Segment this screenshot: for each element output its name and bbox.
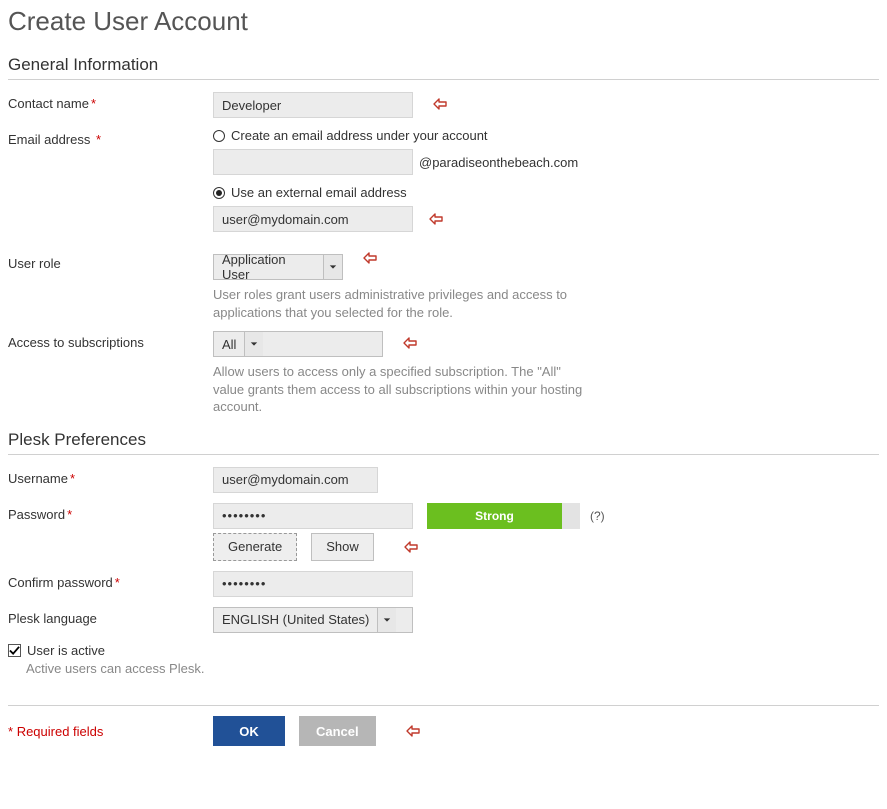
generate-password-button[interactable]: Generate (213, 533, 297, 561)
annotation-arrow-icon (404, 541, 418, 553)
ok-button[interactable]: OK (213, 716, 285, 746)
user-active-label: User is active (27, 643, 105, 658)
confirm-password-input[interactable] (213, 571, 413, 597)
user-active-help: Active users can access Plesk. (26, 660, 204, 678)
password-strength-label: Strong (427, 503, 562, 529)
username-input[interactable] (213, 467, 378, 493)
username-label: Username* (8, 467, 213, 486)
page-title: Create User Account (8, 6, 879, 37)
annotation-arrow-icon (403, 337, 417, 349)
email-create-localpart-input[interactable] (213, 149, 413, 175)
subscriptions-value: All (214, 332, 244, 356)
password-input[interactable] (213, 503, 413, 529)
required-asterisk: * (91, 96, 96, 111)
required-fields-note: * Required fields (8, 724, 213, 739)
email-label: Email address * (8, 128, 213, 147)
password-strength-meter: Strong (427, 503, 580, 529)
user-role-select[interactable]: Application User (213, 254, 343, 280)
contact-name-label: Contact name* (8, 92, 213, 111)
user-active-checkbox[interactable] (8, 644, 21, 657)
contact-name-input[interactable] (213, 92, 413, 118)
email-create-radio-label: Create an email address under your accou… (231, 128, 488, 143)
required-asterisk: * (96, 132, 101, 147)
email-create-radio[interactable] (213, 130, 225, 142)
chevron-down-icon (377, 608, 396, 632)
language-label: Plesk language (8, 607, 213, 626)
email-domain-suffix: @paradiseonthebeach.com (419, 155, 578, 170)
annotation-arrow-icon (363, 252, 377, 264)
section-general-heading: General Information (8, 55, 879, 80)
annotation-arrow-icon (406, 725, 420, 737)
subscriptions-label: Access to subscriptions (8, 331, 213, 350)
user-role-help: User roles grant users administrative pr… (213, 286, 593, 321)
cancel-button[interactable]: Cancel (299, 716, 376, 746)
password-label: Password* (8, 503, 213, 522)
email-external-input[interactable] (213, 206, 413, 232)
language-select[interactable]: ENGLISH (United States) (213, 607, 413, 633)
language-value: ENGLISH (United States) (214, 608, 377, 632)
subscriptions-help: Allow users to access only a specified s… (213, 363, 593, 416)
show-password-button[interactable]: Show (311, 533, 374, 561)
user-role-value: Application User (214, 255, 323, 279)
annotation-arrow-icon (433, 98, 447, 110)
annotation-arrow-icon (429, 213, 443, 225)
password-help-icon[interactable]: (?) (590, 509, 605, 523)
user-role-label: User role (8, 252, 213, 271)
chevron-down-icon (244, 332, 263, 356)
email-external-radio-label: Use an external email address (231, 185, 407, 200)
confirm-password-label: Confirm password* (8, 571, 213, 590)
chevron-down-icon (323, 255, 342, 279)
email-external-radio[interactable] (213, 187, 225, 199)
section-plesk-heading: Plesk Preferences (8, 430, 879, 455)
subscriptions-select[interactable]: All (213, 331, 383, 357)
